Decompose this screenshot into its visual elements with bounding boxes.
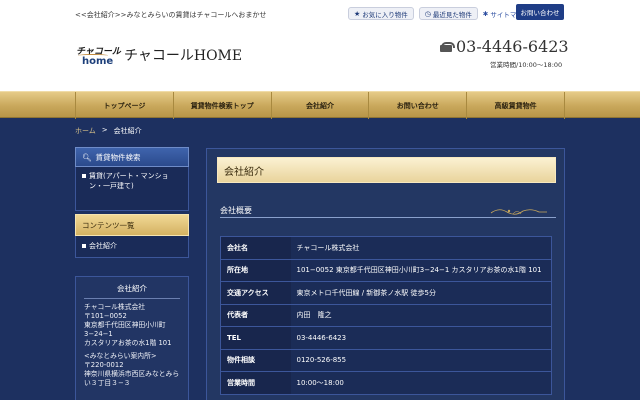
sitemap-icon: ✱ [482,9,489,18]
section-heading: 会社概要 [220,206,252,215]
table-row: 代表者 内田 隆之 [220,304,552,327]
nav-contact[interactable]: お問い合わせ [368,92,466,119]
business-hours: 営業時間/10:00〜18:00 [490,61,563,69]
sidebar-item-company[interactable]: 会社紹介 [82,241,182,251]
sidebar-search-header: 🔍︎ 賃貸物件検索 [75,147,189,167]
breadcrumb-home[interactable]: ホーム [75,126,96,136]
phone-icon [440,41,455,52]
company-name: チャコール株式会社 [84,303,146,311]
sidebar-item-label: 会社紹介 [89,242,117,250]
favorites-button[interactable]: ★ お気に入り物件 [348,7,414,20]
sidebar-contents-header: コンテンツ一覧 [75,214,189,236]
branch-zip: 〒220-0012 [84,361,124,369]
table-key: 交通アクセス [220,281,291,305]
ornament-icon [490,209,547,215]
table-value: チャコール株式会社 [290,236,552,260]
nav-top[interactable]: トップページ [75,92,173,119]
table-row: 会社名 チャコール株式会社 [220,236,552,260]
site-name: チャコールHOME [124,48,243,64]
bullet-icon [82,174,86,178]
sidebar-item-label: 賃貸(アパート・マンション・一戸建て) [89,172,169,190]
branch-address: 神奈川県横浜市西区みなとみらい３丁目３−３ [84,370,180,387]
clock-icon: ◷ [424,9,431,18]
table-key: TEL [220,326,291,350]
nav-luxury[interactable]: 高級賃貸物件 [466,92,565,119]
table-key: 営業時間 [220,371,291,395]
global-nav: トップページ 賃貸物件検索トップ 会社紹介 お問い合わせ 高級賃貸物件 [0,91,640,119]
phone-number: 03-4446-6423 [456,37,569,56]
favorites-label: お気に入り物件 [362,10,408,19]
table-value: 0120-526-855 [290,349,552,372]
table-row: 交通アクセス 東京メトロ千代田線 / 新御茶ノ水駅 徒歩5分 [220,281,552,305]
contact-button[interactable]: お問い合わせ [516,4,564,20]
search-icon: 🔍︎ [82,152,92,162]
sidebar-search-box: 🔍︎ 賃貸物件検索 賃貸(アパート・マンション・一戸建て) [75,147,189,211]
table-row: 営業時間 10:00〜18:00 [220,371,552,395]
sidebar-search-title: 賃貸物件検索 [95,152,141,162]
table-value: 東京メトロ千代田線 / 新御茶ノ水駅 徒歩5分 [290,281,552,305]
recent-button[interactable]: ◷ 最近見た物件 [418,7,478,20]
table-row: 所在地 101−0052 東京都千代田区神田小川町3−24−1 カスタリアお茶の水… [220,259,552,282]
table-value: 03-4446-6423 [290,326,552,350]
sidebar-search-list: 賃貸(アパート・マンション・一戸建て) [75,167,189,211]
sidebar-contents-list: 会社紹介 [75,236,189,258]
top-links: ★ お気に入り物件 ◷ 最近見た物件 ✱ サイトマップ [348,7,529,20]
breadcrumb-separator: > [101,126,108,134]
site-header: <<会社紹介>>みなとみらいの賃貸はチャコールへおまかせ ★ お気に入り物件 ◷… [0,0,640,91]
table-value: 10:00〜18:00 [290,371,552,395]
bullet-icon [82,244,86,248]
section-divider [220,217,556,218]
company-address: 東京都千代田区神田小川町3−24−1 [84,321,166,338]
company-box-text: チャコール株式会社 〒101−0052 東京都千代田区神田小川町3−24−1 カ… [76,299,188,396]
nav-company[interactable]: 会社紹介 [270,92,369,119]
breadcrumb: ホーム > 会社紹介 [75,126,142,136]
branch-name: <みなとみらい案内所> [84,352,157,360]
sidebar-contents-box: コンテンツ一覧 会社紹介 [75,214,189,258]
table-key: 代表者 [220,304,291,327]
page-title: 会社紹介 [217,157,556,183]
main-content: 会社紹介 会社概要 会社名 チャコール株式会社 所在地 101−0052 東京都千代田… [206,148,565,400]
table-value: 内田 隆之 [290,304,552,327]
header-tagline: <<会社紹介>>みなとみらいの賃貸はチャコールへおまかせ [75,11,267,19]
table-key: 物件相談 [220,349,291,372]
table-value: 101−0052 東京都千代田区神田小川町3−24−1 カスタリアお茶の水1階 … [290,259,552,282]
company-box-title: 会社紹介 [84,277,180,299]
company-building: カスタリアお茶の水1階 101 [84,339,172,347]
phone-block: 03-4446-6423 [440,37,569,56]
company-zip: 〒101−0052 [84,312,127,320]
site-logo[interactable]: チャコール home [76,44,121,72]
table-key: 会社名 [220,236,291,260]
table-row: 物件相談 0120-526-855 [220,349,552,372]
sidebar-item-rental[interactable]: 賃貸(アパート・マンション・一戸建て) [82,171,182,191]
table-row: TEL 03-4446-6423 [220,326,552,350]
breadcrumb-current: 会社紹介 [113,127,142,135]
table-key: 所在地 [220,259,291,282]
logo-home-text: home [82,56,114,67]
star-icon: ★ [354,9,361,18]
nav-rental-search[interactable]: 賃貸物件検索トップ [172,92,271,119]
recent-label: 最近見た物件 [432,10,472,19]
sidebar-company-box: 会社紹介 チャコール株式会社 〒101−0052 東京都千代田区神田小川町3−2… [75,276,189,400]
company-info-table: 会社名 チャコール株式会社 所在地 101−0052 東京都千代田区神田小川町3−24… [220,236,552,395]
